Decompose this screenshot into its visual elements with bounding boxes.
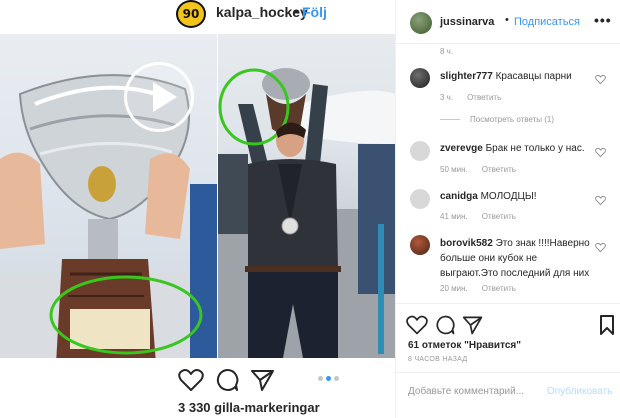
follow-button[interactable]: Följ <box>302 4 327 20</box>
heart-icon[interactable] <box>595 242 606 253</box>
comment-time: 3 ч. <box>440 93 454 102</box>
view-replies-label: Посмотреть ответы (1) <box>470 115 555 124</box>
comment-meta: 20 мин. Ответить <box>440 284 516 293</box>
share-icon[interactable] <box>462 314 484 336</box>
post-time: 8 ЧАСОВ НАЗАД <box>408 356 468 363</box>
avatar[interactable] <box>410 68 430 88</box>
reply-button[interactable]: Ответить <box>482 284 516 293</box>
reply-button[interactable]: Ответить <box>467 93 501 102</box>
photo-trophy-closeup[interactable] <box>0 34 217 358</box>
post-left: 90 kalpa_hockey • Följ 3 330 gilla-marke… <box>0 0 395 418</box>
view-replies[interactable]: Посмотреть ответы (1) <box>440 115 554 124</box>
avatar[interactable] <box>410 235 430 255</box>
avatar[interactable] <box>410 141 430 161</box>
publish-button[interactable]: Опубликовать <box>547 386 612 397</box>
comment-username[interactable]: borovik582 <box>440 238 493 249</box>
post-header: 90 kalpa_hockey • Följ <box>0 0 395 34</box>
comment-meta: 3 ч. Ответить <box>440 93 501 102</box>
comment-text: slighter777 Красавцы парни <box>440 69 590 84</box>
post-actions: 3 330 gilla-markeringar <box>0 358 395 418</box>
comment-time: 20 мин. <box>440 284 468 293</box>
heart-icon[interactable] <box>178 368 204 392</box>
photo-player-with-cup[interactable] <box>218 34 395 358</box>
comment-username[interactable]: slighter777 <box>440 71 493 82</box>
comment-meta: 50 мин. Ответить <box>440 165 516 174</box>
play-icon <box>153 82 177 112</box>
replies-line <box>440 119 460 120</box>
comments-panel: jussinarva • Подписаться ••• 8 ч. slight… <box>396 0 620 418</box>
divider <box>396 372 620 373</box>
separator-dot: • <box>294 3 299 19</box>
comment-time: 41 мин. <box>440 212 468 221</box>
carousel-dot <box>334 376 339 381</box>
likes-count[interactable]: 3 330 gilla-markeringar <box>178 400 320 415</box>
panel-actions: 61 отметок "Нравится" 8 ЧАСОВ НАЗАД <box>396 304 620 370</box>
more-options-icon[interactable]: ••• <box>594 12 612 28</box>
account-avatar[interactable]: 90 <box>176 0 206 28</box>
comment-time: 8 ч. <box>440 47 454 56</box>
reply-button[interactable]: Ответить <box>482 165 516 174</box>
comment-icon[interactable] <box>214 368 240 392</box>
comment-meta: 41 мин. Ответить <box>440 212 516 221</box>
avatar[interactable] <box>410 189 430 209</box>
comment-text: borovik582 Это знак !!!!Наверно больше о… <box>440 236 590 281</box>
comment-body: Красавцы парни <box>495 71 572 82</box>
player-illustration <box>218 68 395 358</box>
comment-icon[interactable] <box>434 314 456 336</box>
heart-icon[interactable] <box>595 74 606 85</box>
carousel-dots <box>318 376 339 381</box>
comment-text: zverevge Брак не только у нас. <box>440 141 590 156</box>
avatar-badge-text: 90 <box>182 7 200 21</box>
bookmark-icon[interactable] <box>596 314 618 336</box>
heart-icon[interactable] <box>595 195 606 206</box>
heart-icon[interactable] <box>406 314 428 336</box>
comment-text: canidga МОЛОДЦЫ! <box>440 189 590 204</box>
comment-body: Брак не только у нас. <box>485 143 585 154</box>
carousel-dot-active <box>326 376 331 381</box>
play-button[interactable] <box>124 62 194 132</box>
share-icon[interactable] <box>250 368 276 392</box>
instagram-screenshot: 90 kalpa_hockey • Följ 3 330 gilla-marke… <box>0 0 620 418</box>
add-comment-input[interactable]: Добавьте комментарий... <box>408 386 524 397</box>
reply-button[interactable]: Ответить <box>482 212 516 221</box>
carousel-dot <box>318 376 323 381</box>
panel-username[interactable]: jussinarva <box>440 16 494 28</box>
subscribe-button[interactable]: Подписаться <box>514 16 580 28</box>
heart-icon[interactable] <box>595 147 606 158</box>
comment-time: 50 мин. <box>440 165 468 174</box>
comment-username[interactable]: zverevge <box>440 143 483 154</box>
likes-count[interactable]: 61 отметок "Нравится" <box>408 340 521 351</box>
separator-dot: • <box>505 14 509 26</box>
panel-header: jussinarva • Подписаться ••• <box>396 0 620 44</box>
comment-username[interactable]: canidga <box>440 191 478 202</box>
comment-body: МОЛОДЦЫ! <box>480 191 537 202</box>
avatar[interactable] <box>410 12 432 34</box>
